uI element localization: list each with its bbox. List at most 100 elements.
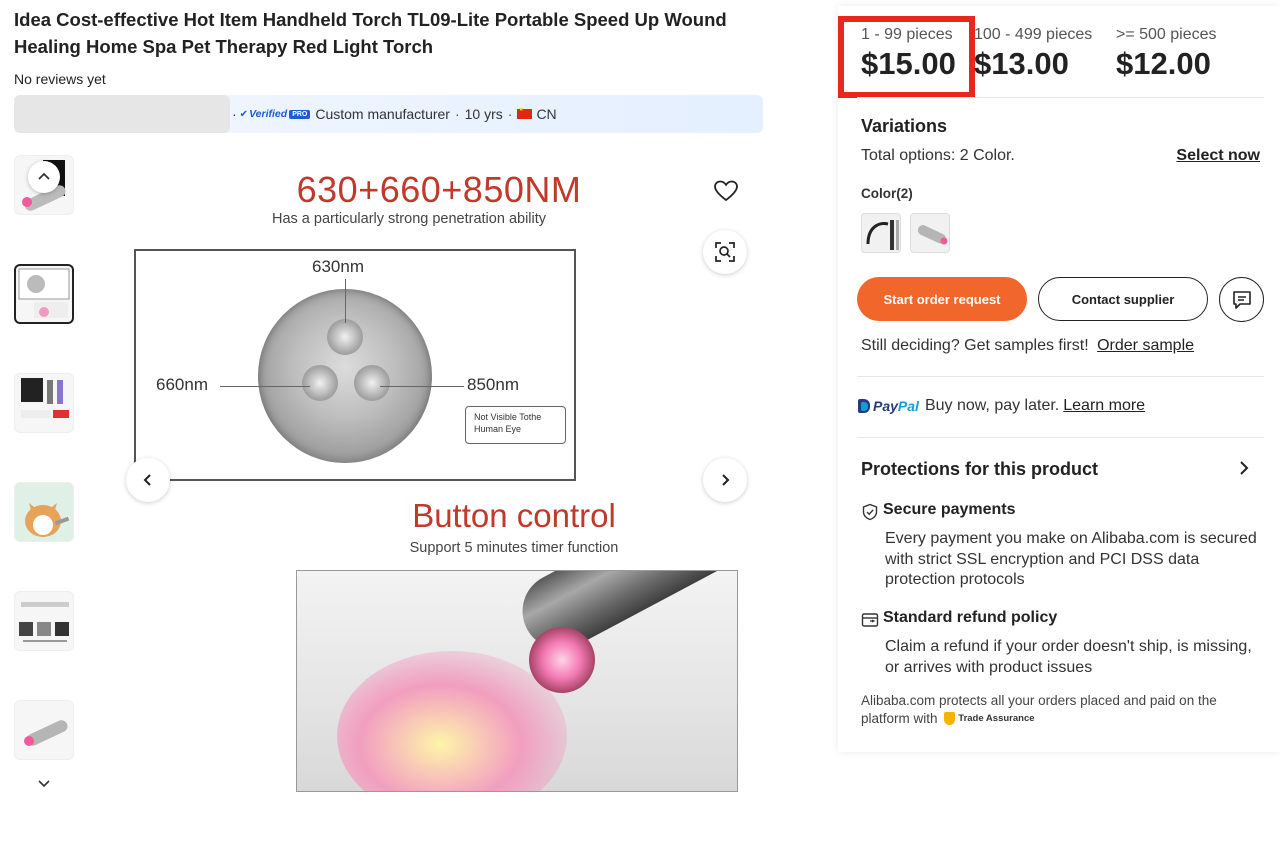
color-swatch-black[interactable] bbox=[861, 213, 901, 253]
favorite-button[interactable] bbox=[704, 169, 748, 213]
spec-title: 630+660+850NM bbox=[296, 169, 582, 210]
verified-text: Verified bbox=[249, 108, 288, 120]
thumbnail-down-button[interactable] bbox=[28, 767, 60, 799]
thumb-product-set[interactable] bbox=[14, 373, 74, 433]
image-search-button[interactable] bbox=[703, 230, 747, 274]
heart-icon bbox=[714, 180, 738, 202]
not-visible-note: Not Visible Tothe Human Eye bbox=[465, 406, 566, 444]
chat-button[interactable] bbox=[1219, 277, 1264, 322]
verified-pro-badge: ✔ Verified PRO bbox=[240, 108, 311, 120]
refund-policy-title: Standard refund policy bbox=[883, 609, 1058, 626]
paypal-logo-part2: Pal bbox=[897, 398, 919, 414]
refund-policy-text: Claim a refund if your order doesn't shi… bbox=[885, 638, 1252, 676]
samples-row: Still deciding? Get samples first! Order… bbox=[861, 337, 1194, 355]
reviews-count: No reviews yet bbox=[14, 71, 106, 87]
paypal-icon bbox=[858, 399, 870, 413]
chevron-left-icon bbox=[143, 474, 151, 486]
tier-price: $13.00 bbox=[974, 46, 1069, 81]
price-tier: >= 500 pieces $12.00 bbox=[1116, 26, 1217, 82]
trade-assurance-shield-icon bbox=[944, 712, 956, 726]
pro-tag: PRO bbox=[289, 109, 311, 119]
separator: · bbox=[232, 106, 237, 122]
secure-payments-title: Secure payments bbox=[883, 501, 1016, 518]
supplier-name-placeholder[interactable] bbox=[14, 95, 230, 133]
next-image-button[interactable] bbox=[703, 458, 747, 502]
price-tier: 100 - 499 pieces $13.00 bbox=[974, 26, 1092, 82]
supplier-country: CN bbox=[536, 106, 557, 122]
trade-assurance-badge: Trade Assurance bbox=[944, 710, 1035, 728]
supplier-type: Custom manufacturer bbox=[315, 106, 450, 122]
tier-quantity: 100 - 499 pieces bbox=[974, 26, 1093, 43]
chevron-down-icon bbox=[38, 780, 50, 788]
wavelength-660-label: 660nm bbox=[156, 375, 208, 394]
pointer-line bbox=[220, 386, 310, 387]
contact-supplier-button[interactable]: Contact supplier bbox=[1038, 277, 1208, 321]
supplier-meta: · ✔ Verified PRO Custom manufacturer · 1… bbox=[232, 95, 557, 133]
secure-payments-text: Every payment you make on Alibaba.com is… bbox=[885, 530, 1257, 588]
led-850 bbox=[354, 365, 390, 401]
verified-check-icon: ✔ bbox=[239, 108, 249, 120]
order-sample-link[interactable]: Order sample bbox=[1097, 337, 1194, 354]
torch-head bbox=[529, 627, 595, 693]
paypal-logo-part1: Pay bbox=[873, 398, 898, 414]
china-flag-icon bbox=[517, 106, 533, 119]
thumb-corgi-dog-image bbox=[15, 483, 73, 541]
torch-photo bbox=[296, 570, 738, 792]
product-title: Idea Cost-effective Hot Item Handheld To… bbox=[14, 9, 727, 57]
thumb-spec-sheet[interactable] bbox=[14, 264, 74, 324]
learn-more-link[interactable]: Learn more bbox=[1063, 397, 1145, 415]
start-order-button[interactable]: Start order request bbox=[857, 277, 1027, 321]
chat-icon bbox=[1232, 290, 1251, 309]
refund-icon bbox=[861, 613, 879, 627]
color-label: Color(2) bbox=[861, 186, 913, 201]
samples-text: Still deciding? Get samples first! bbox=[861, 337, 1089, 354]
thumb-accessories[interactable] bbox=[14, 591, 74, 651]
purchase-panel: 1 - 99 pieces $15.00 100 - 499 pieces $1… bbox=[838, 6, 1280, 752]
price-tier: 1 - 99 pieces $15.00 bbox=[861, 26, 956, 82]
image-search-icon bbox=[715, 242, 735, 262]
paypal-row: Pay Pal Buy now, pay later. Learn more bbox=[858, 397, 1145, 415]
supplier-bar: · ✔ Verified PRO Custom manufacturer · 1… bbox=[14, 95, 763, 133]
protections-heading[interactable]: Protections for this product bbox=[861, 459, 1098, 480]
thumb-spec-sheet-image bbox=[18, 268, 70, 318]
tier-quantity: >= 500 pieces bbox=[1116, 26, 1217, 43]
button-control-title: Button control bbox=[412, 497, 616, 534]
paypal-logo: Pay Pal bbox=[858, 398, 919, 414]
variations-heading: Variations bbox=[861, 116, 948, 136]
swatch-silver-image bbox=[917, 225, 948, 245]
pointer-line bbox=[345, 279, 346, 323]
trade-assurance-note: Alibaba.com protects all your orders pla… bbox=[861, 692, 1251, 728]
thumbnail-up-button[interactable] bbox=[28, 161, 60, 193]
led-660 bbox=[302, 365, 338, 401]
wavelength-850-label: 850nm bbox=[467, 375, 519, 394]
prev-image-button[interactable] bbox=[126, 458, 170, 502]
tier-price: $15.00 bbox=[861, 46, 956, 81]
divider bbox=[857, 437, 1264, 438]
chevron-right-icon bbox=[1240, 461, 1249, 475]
pointer-line bbox=[380, 386, 464, 387]
main-product-image[interactable]: 630+660+850NM Has a particularly strong … bbox=[114, 155, 764, 810]
wavelength-630-label: 630nm bbox=[312, 257, 364, 276]
spec-subtitle: Has a particularly strong penetration ab… bbox=[271, 211, 547, 227]
select-now-link[interactable]: Select now bbox=[1176, 147, 1260, 165]
led-630 bbox=[327, 319, 363, 355]
divider bbox=[857, 97, 1264, 98]
paypal-text: Buy now, pay later. bbox=[924, 397, 1060, 414]
supplier-years: 10 yrs bbox=[464, 106, 503, 122]
color-swatch-silver[interactable] bbox=[910, 213, 950, 253]
tier-quantity: 1 - 99 pieces bbox=[861, 26, 953, 43]
thumb-corgi-dog[interactable] bbox=[14, 482, 74, 542]
shield-check-icon bbox=[862, 503, 878, 521]
thumb-accessories-image bbox=[19, 602, 69, 642]
thumb-torch-silver[interactable] bbox=[14, 700, 74, 760]
swatch-black-image bbox=[866, 220, 899, 250]
assurance-text: Alibaba.com protects all your orders pla… bbox=[861, 693, 1217, 726]
price-tiers: 1 - 99 pieces $15.00 100 - 499 pieces $1… bbox=[838, 6, 1280, 98]
protections-expand[interactable] bbox=[1238, 460, 1250, 481]
trade-assurance-label: Trade Assurance bbox=[958, 713, 1035, 725]
thumb-torch-silver-image bbox=[24, 720, 68, 746]
tier-price: $12.00 bbox=[1116, 46, 1211, 81]
thumb-product-set-image bbox=[21, 378, 69, 418]
chevron-up-icon bbox=[38, 172, 50, 180]
chevron-right-icon bbox=[722, 474, 730, 486]
